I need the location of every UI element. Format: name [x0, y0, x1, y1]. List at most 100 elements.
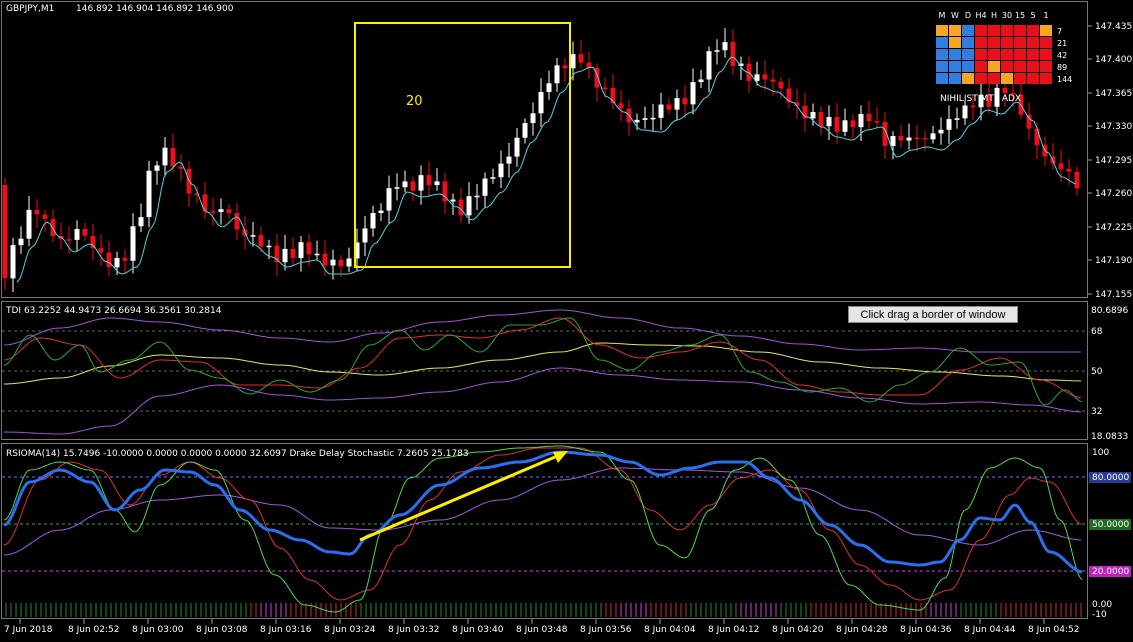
bear-candle [410, 181, 416, 191]
mtf-cell [962, 37, 974, 48]
mtf-cell [949, 49, 961, 60]
bear-candle [1058, 163, 1064, 169]
bear-candle [778, 81, 784, 89]
mtf-cell [1014, 25, 1026, 36]
mtf-cell [936, 49, 948, 60]
mtf-cell [1027, 49, 1039, 60]
rsi-purple-line [3, 467, 1082, 556]
bull-candle [26, 209, 32, 239]
time-label: 7 Jun 2018 [4, 625, 53, 635]
mtf-cell [975, 61, 987, 72]
price-axis: 147.435 147.400 147.365 147.330 147.295 147.2… [1088, 22, 1132, 300]
price-label: 147.190 [1095, 256, 1132, 266]
bear-candle [170, 147, 176, 167]
bear-candle [66, 239, 72, 241]
mtf-timeframe-label: 30 [1002, 11, 1012, 20]
rsi-header: RSIOMA(14) 15.7496 -10.0000 0.0000 0.000… [6, 449, 469, 459]
bull-candle [330, 259, 336, 266]
bull-candle [962, 105, 968, 119]
bull-candle [154, 165, 160, 171]
bull-candle [570, 54, 576, 69]
mtf-cell [988, 49, 1000, 60]
bear-candle [98, 248, 104, 253]
bull-candle [74, 229, 80, 240]
tdi-level-label: 68 [1091, 327, 1103, 337]
time-label: 8 Jun 03:32 [388, 625, 439, 635]
mtf-cell [988, 73, 1000, 84]
bear-candle [106, 252, 112, 268]
mtf-cell [975, 37, 987, 48]
bull-candle [946, 119, 952, 130]
mtf-timeframe-label: 1 [1043, 11, 1048, 20]
bull-candle [890, 136, 896, 146]
bear-candle [426, 175, 432, 186]
mtf-cell [1014, 73, 1026, 84]
candlesticks [2, 28, 1080, 293]
tdi-market-base-line [4, 342, 1082, 385]
mtf-cell [1014, 61, 1026, 72]
rsi-level-label: 50.0000 [1092, 520, 1129, 530]
bull-candle [490, 177, 496, 179]
bull-candle [370, 212, 376, 229]
bull-candle [930, 133, 936, 140]
mtf-cell [962, 49, 974, 60]
bull-candle [554, 65, 560, 84]
mtf-cell [1014, 37, 1026, 48]
bull-candle [10, 245, 16, 279]
bull-candle [714, 50, 720, 52]
bear-candle [1026, 114, 1032, 129]
bull-candle [146, 170, 152, 218]
mtf-cell [1040, 49, 1052, 60]
mtf-cell [1014, 49, 1026, 60]
tdi-level-label: 80.6896 [1091, 306, 1128, 316]
rsioma-line [3, 450, 1083, 574]
bear-candle [90, 235, 96, 249]
bull-candle [266, 245, 272, 248]
bull-candle [530, 113, 536, 124]
bear-candle [874, 121, 880, 123]
bull-candle [402, 181, 408, 188]
mtf-period-label: 42 [1057, 51, 1067, 60]
tooltip: Click drag a border of window [848, 306, 1018, 323]
bear-candle [290, 248, 296, 259]
bear-candle [322, 253, 328, 266]
bear-candle [122, 257, 128, 261]
bear-candle [2, 185, 8, 279]
bear-candle [850, 120, 856, 128]
symbol-label: GBPJPY,M1 [6, 4, 54, 14]
mtf-cell [1027, 73, 1039, 84]
mtf-timeframe-label: W [951, 11, 959, 20]
mtf-cell [936, 25, 948, 36]
bull-candle [498, 163, 504, 178]
mtf-cell [962, 25, 974, 36]
bear-candle [210, 211, 216, 213]
bull-candle [706, 51, 712, 80]
bull-candle [826, 117, 832, 127]
bull-candle [698, 79, 704, 83]
bull-candle [514, 137, 520, 157]
mtf-cell [988, 37, 1000, 48]
mtf-cell [1001, 61, 1013, 72]
tdi-level-label: 50 [1091, 367, 1103, 377]
bull-candle [18, 238, 24, 246]
bull-candle [434, 181, 440, 186]
bear-candle [258, 235, 264, 247]
mtf-cell [1027, 61, 1039, 72]
bear-candle [618, 103, 624, 109]
price-label: 147.435 [1095, 22, 1132, 32]
bull-candle [162, 147, 168, 166]
bear-candle [1066, 168, 1072, 172]
bull-candle [298, 242, 304, 259]
bear-candle [82, 229, 88, 236]
bear-candle [666, 104, 672, 110]
bull-candle [842, 120, 848, 132]
bull-candle [722, 42, 728, 51]
mtf-cell [975, 49, 987, 60]
bull-candle [538, 92, 544, 114]
bull-candle [642, 118, 648, 120]
mtf-cell [1001, 49, 1013, 60]
price-label: 147.400 [1095, 55, 1132, 65]
bear-candle [970, 105, 976, 108]
bear-candle [762, 74, 768, 80]
bear-candle [914, 137, 920, 140]
